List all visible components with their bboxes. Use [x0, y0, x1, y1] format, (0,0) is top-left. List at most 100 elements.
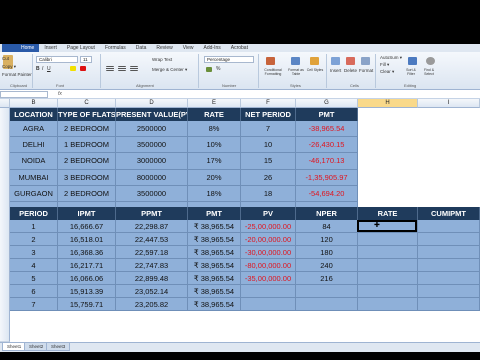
table-cell[interactable] [296, 285, 358, 298]
percent-button[interactable]: % [216, 66, 220, 72]
column-header-f[interactable]: F [241, 99, 296, 108]
conditional-formatting-button[interactable]: Conditional Formatting [260, 68, 286, 76]
table-cell[interactable] [241, 298, 296, 311]
table-cell[interactable]: ₹ 38,965.54 [188, 285, 241, 298]
table-cell[interactable]: GURGAON [10, 185, 58, 202]
tab-home[interactable]: Home [16, 44, 40, 52]
header-cell[interactable]: NPER [296, 207, 358, 220]
table-cell[interactable]: 17% [188, 153, 241, 170]
table-cell[interactable]: 26 [241, 169, 296, 186]
table-cell[interactable]: 22,447.53 [116, 233, 188, 246]
table-cell[interactable]: 18 [241, 185, 296, 202]
tab-add-ins[interactable]: Add-Ins [199, 44, 226, 52]
copy-button[interactable]: Copy ▾ [2, 64, 16, 70]
table-cell[interactable]: -38,965.54 [296, 121, 358, 138]
header-cell[interactable]: RATE [188, 108, 241, 121]
font-color-icon[interactable] [80, 66, 86, 71]
table-cell[interactable]: -54,694.20 [296, 185, 358, 202]
header-cell[interactable]: PMT [188, 207, 241, 220]
table-cell[interactable] [358, 259, 418, 272]
tab-formulas[interactable]: Formulas [100, 44, 131, 52]
table-cell[interactable]: 7 [10, 298, 58, 311]
header-cell[interactable]: PV [241, 207, 296, 220]
table-cell[interactable]: 120 [296, 233, 358, 246]
header-cell[interactable]: TYPE OF FLATS [58, 108, 116, 121]
merge-center-button[interactable]: Merge & Center ▾ [152, 67, 187, 73]
table-cell[interactable]: 22,747.83 [116, 259, 188, 272]
table-cell[interactable]: 15,913.39 [58, 285, 116, 298]
format-cells-icon[interactable] [361, 57, 370, 65]
sort-filter-icon[interactable] [408, 57, 417, 65]
table-cell[interactable]: 2 BEDROOM [58, 185, 116, 202]
table-cell[interactable]: 2500000 [116, 121, 188, 138]
table-cell[interactable] [418, 233, 480, 246]
table-cell[interactable]: 7 [241, 121, 296, 138]
table-cell[interactable]: 2 BEDROOM [58, 153, 116, 170]
table-cell[interactable]: 8000000 [116, 169, 188, 186]
table-cell[interactable]: ₹ 38,965.54 [188, 246, 241, 259]
table-cell[interactable] [358, 233, 418, 246]
table-cell[interactable]: NOIDA [10, 153, 58, 170]
table-cell[interactable] [418, 285, 480, 298]
cut-button[interactable]: Cut [2, 56, 9, 61]
table-cell[interactable] [418, 220, 480, 233]
align-left-icon[interactable] [106, 66, 114, 71]
table-cell[interactable]: ₹ 38,965.54 [188, 272, 241, 285]
column-header-c[interactable]: C [58, 99, 116, 108]
table-cell[interactable]: 16,518.01 [58, 233, 116, 246]
table-cell[interactable]: ₹ 38,965.54 [188, 259, 241, 272]
table-cell[interactable]: 18% [188, 185, 241, 202]
table-cell[interactable] [358, 285, 418, 298]
header-cell[interactable]: LOCATION [10, 108, 58, 121]
number-format-select[interactable]: Percentage [204, 56, 254, 63]
table-cell[interactable]: 6 [10, 285, 58, 298]
fx-icon[interactable]: fx [58, 91, 62, 97]
table-cell[interactable]: 1 BEDROOM [58, 137, 116, 154]
table-cell[interactable]: 3 [10, 246, 58, 259]
table-cell[interactable]: 2 BEDROOM [58, 121, 116, 138]
table-cell[interactable] [241, 285, 296, 298]
cell-styles-button[interactable]: Cell Styles [306, 68, 324, 72]
table-cell[interactable]: 20% [188, 169, 241, 186]
table-cell[interactable]: 3000000 [116, 153, 188, 170]
table-cell[interactable] [296, 298, 358, 311]
table-cell[interactable]: 3500000 [116, 137, 188, 154]
header-cell[interactable]: CUMIPMT [418, 207, 480, 220]
table-cell[interactable]: 16,066.06 [58, 272, 116, 285]
sort-filter-button[interactable]: Sort & Filter [402, 68, 420, 76]
column-header-d[interactable]: D [116, 99, 188, 108]
table-cell[interactable]: 10 [241, 137, 296, 154]
find-select-icon[interactable] [426, 57, 435, 65]
format-painter-button[interactable]: Format Painter [2, 72, 32, 77]
table-cell[interactable]: 10% [188, 137, 241, 154]
sheet-tab-1[interactable]: Sheet1 [2, 343, 27, 351]
format-cells-button[interactable]: Format [359, 68, 373, 73]
table-cell[interactable]: -1,35,905.97 [296, 169, 358, 186]
table-cell[interactable]: -30,00,000.00 [241, 246, 296, 259]
align-right-icon[interactable] [130, 66, 138, 71]
row-headers[interactable] [0, 108, 10, 342]
delete-cells-icon[interactable] [346, 57, 355, 65]
tab-data[interactable]: Data [131, 44, 152, 52]
header-cell[interactable]: NET PERIOD [241, 108, 296, 121]
wrap-text-button[interactable]: Wrap Text [152, 57, 172, 62]
clear-button[interactable]: Clear ▾ [380, 69, 394, 75]
table-cell[interactable]: 240 [296, 259, 358, 272]
tab-acrobat[interactable]: Acrobat [226, 44, 253, 52]
header-cell[interactable]: PMT [296, 108, 358, 121]
table-cell[interactable]: 16,368.36 [58, 246, 116, 259]
table-cell[interactable]: 1 [10, 220, 58, 233]
cell-styles-icon[interactable] [310, 57, 319, 65]
table-cell[interactable]: 2 [10, 233, 58, 246]
table-cell[interactable]: 22,298.87 [116, 220, 188, 233]
table-cell[interactable]: -35,00,000.00 [241, 272, 296, 285]
table-cell[interactable]: -20,00,000.00 [241, 233, 296, 246]
table-cell[interactable] [418, 272, 480, 285]
table-cell[interactable]: ₹ 38,965.54 [188, 298, 241, 311]
table-cell[interactable]: -25,00,000.00 [241, 220, 296, 233]
table-cell[interactable]: 216 [296, 272, 358, 285]
conditional-formatting-icon[interactable] [266, 57, 275, 65]
fill-button[interactable]: Fill ▾ [380, 62, 389, 68]
find-select-button[interactable]: Find & Select [420, 68, 438, 76]
formula-bar[interactable]: fx [0, 90, 480, 99]
